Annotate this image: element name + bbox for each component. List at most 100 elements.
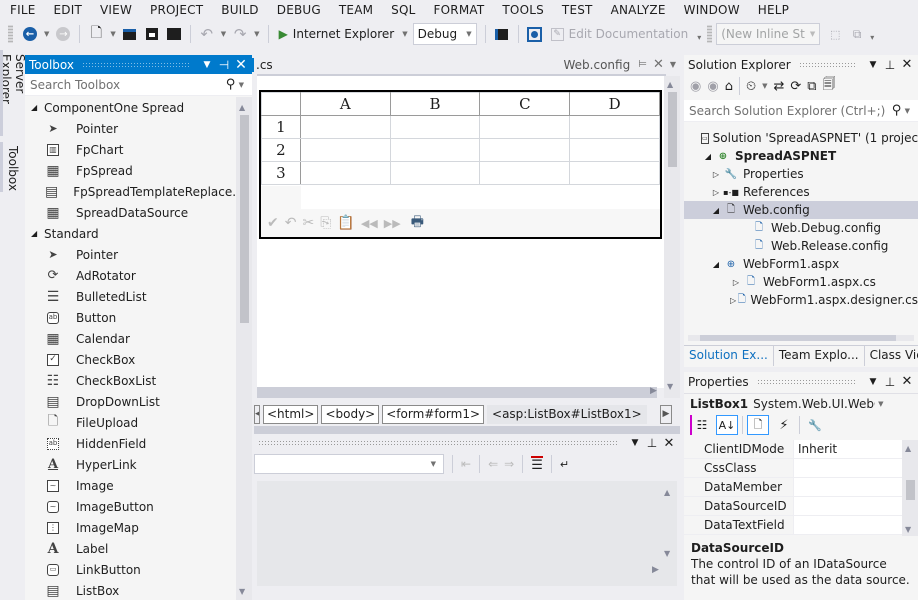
window-position-icon[interactable]: ▼ bbox=[200, 60, 214, 70]
next-page-icon[interactable]: ▶▶ bbox=[384, 217, 401, 230]
toolbox-tab[interactable]: Toolbox bbox=[0, 142, 22, 192]
toolbox-item[interactable]: ➤ Pointer bbox=[25, 118, 236, 139]
toolbox-item[interactable]: ▦ SpreadDataSource bbox=[25, 202, 236, 223]
tree-node-webform1-designer-cs[interactable]: ▷ 🗋 WebForm1.aspx.designer.cs bbox=[684, 291, 918, 309]
properties-view-icon[interactable]: 🗋 bbox=[747, 415, 769, 435]
scroll-right-icon[interactable]: ▶ bbox=[660, 404, 672, 424]
lower-panel-combo[interactable]: ▼ bbox=[254, 454, 444, 474]
property-row[interactable]: CssClass bbox=[684, 459, 902, 478]
property-grid-scrollbar[interactable]: ▲ ▼ bbox=[902, 440, 918, 536]
toolbox-item[interactable]: A HyperLink bbox=[25, 454, 236, 475]
scroll-thumb[interactable] bbox=[668, 92, 677, 167]
scroll-down-icon[interactable]: ▼ bbox=[239, 587, 245, 596]
pin-icon[interactable]: ⊥ bbox=[883, 375, 897, 389]
cell[interactable] bbox=[569, 138, 660, 162]
column-header[interactable]: C bbox=[479, 92, 571, 116]
toolbox-item[interactable]: ▦ Calendar bbox=[25, 328, 236, 349]
toolbar-grip[interactable] bbox=[8, 25, 13, 43]
scroll-right-icon[interactable]: ▶ bbox=[652, 565, 659, 575]
toolbox-item[interactable]: ~ ImageButton bbox=[25, 496, 236, 517]
scroll-thumb[interactable] bbox=[906, 480, 915, 500]
toolbox-item[interactable]: ~ Image bbox=[25, 475, 236, 496]
scroll-up-icon[interactable]: ▲ bbox=[664, 488, 670, 497]
property-value[interactable] bbox=[794, 516, 902, 534]
events-icon[interactable]: ⚡ bbox=[773, 415, 795, 435]
search-icon[interactable]: ⚲ bbox=[892, 103, 902, 118]
corner-cell[interactable] bbox=[261, 92, 301, 116]
keep-tab-open-icon[interactable]: ⊨ bbox=[638, 59, 647, 70]
update-icon[interactable]: ✔ bbox=[267, 215, 279, 231]
search-icon[interactable]: ⚲ bbox=[226, 77, 236, 92]
toolbar-overflow-icon[interactable]: ▾ bbox=[697, 33, 701, 42]
toolbox-item[interactable]: ab HiddenField bbox=[25, 433, 236, 454]
close-icon[interactable]: ✕ bbox=[900, 57, 914, 72]
paste-icon[interactable]: 📋 bbox=[337, 215, 354, 231]
tree-node-project[interactable]: ◢ ⊕ SpreadASPNET bbox=[684, 147, 918, 165]
design-surface[interactable]: A B C D 1 2 3 ✔ ↶ ✂ ⎘ 📋 ◀◀ ▶▶ 🖶 bbox=[257, 74, 666, 388]
scroll-up-icon[interactable]: ▲ bbox=[239, 103, 245, 112]
solution-explorer-search[interactable]: Search Solution Explorer (Ctrl+;) ⚲ ▼ bbox=[684, 100, 918, 122]
tree-node-web-release-config[interactable]: 🗋 Web.Release.config bbox=[684, 237, 918, 255]
toolbox-item[interactable]: ☰ BulletedList bbox=[25, 286, 236, 307]
scroll-thumb[interactable] bbox=[700, 335, 896, 341]
run-target-dropdown-icon[interactable]: ▼ bbox=[402, 30, 407, 38]
property-row[interactable]: DataMember bbox=[684, 478, 902, 497]
row-header[interactable]: 3 bbox=[261, 161, 301, 185]
expand-icon[interactable]: ▷ bbox=[729, 296, 737, 305]
categorized-icon[interactable]: ☷ bbox=[690, 415, 712, 435]
cell[interactable] bbox=[569, 161, 660, 185]
close-icon[interactable]: ✕ bbox=[662, 436, 676, 451]
tab-class-view[interactable]: Class View bbox=[865, 346, 918, 366]
scroll-down-icon[interactable]: ▼ bbox=[905, 525, 911, 534]
toolbox-category-standard[interactable]: ◢ Standard bbox=[25, 223, 236, 244]
tree-node-webform1-aspx[interactable]: ◢ ⊕ WebForm1.aspx bbox=[684, 255, 918, 273]
cell[interactable] bbox=[299, 115, 391, 139]
fpspread-control[interactable]: A B C D 1 2 3 ✔ ↶ ✂ ⎘ 📋 ◀◀ ▶▶ 🖶 bbox=[259, 90, 662, 239]
inline-style-combo[interactable]: (New Inline Style ▼ bbox=[716, 23, 821, 45]
cut-icon[interactable]: ✂ bbox=[302, 215, 314, 231]
scroll-thumb[interactable] bbox=[240, 115, 249, 323]
expand-icon[interactable]: ▷ bbox=[709, 188, 723, 197]
lower-panel-title-bar[interactable]: ▼ ⊥ ✕ bbox=[254, 435, 680, 451]
toolbox-item[interactable]: ⋮ ImageMap bbox=[25, 517, 236, 538]
document-tab-web-config[interactable]: Web.config bbox=[564, 58, 631, 72]
search-options-icon[interactable]: ▼ bbox=[239, 81, 244, 89]
toolbox-category-componentone-spread[interactable]: ◢ ComponentOne Spread bbox=[25, 97, 236, 118]
toolbox-title-bar[interactable]: Toolbox ▼ ⊣ ✕ bbox=[25, 55, 252, 74]
menu-test[interactable]: TEST bbox=[553, 0, 602, 20]
pending-changes-filter-icon[interactable]: ⏲ bbox=[746, 79, 756, 94]
save-button[interactable] bbox=[143, 23, 161, 45]
expand-icon[interactable]: ◢ bbox=[709, 206, 723, 215]
filter-dropdown-icon[interactable]: ▼ bbox=[762, 82, 767, 90]
scroll-down-icon[interactable]: ▼ bbox=[664, 549, 670, 558]
menu-help[interactable]: HELP bbox=[749, 0, 798, 20]
breadcrumb-form[interactable]: <form#form1> bbox=[382, 404, 485, 424]
tree-node-web-debug-config[interactable]: 🗋 Web.Debug.config bbox=[684, 219, 918, 237]
scroll-up-icon[interactable]: ▲ bbox=[905, 444, 911, 453]
property-row[interactable]: ClientIDMode Inherit bbox=[684, 440, 902, 459]
save-all-button[interactable] bbox=[165, 23, 183, 45]
object-selector[interactable]: ListBox1 System.Web.UI.WebControls.l ▼ bbox=[684, 393, 918, 413]
column-header[interactable]: B bbox=[389, 92, 481, 116]
row-header[interactable]: 1 bbox=[261, 115, 301, 139]
toolbox-item[interactable]: 🗋 FileUpload bbox=[25, 412, 236, 433]
toolbox-item[interactable]: ▤ FpSpreadTemplateReplace... bbox=[25, 181, 236, 202]
open-file-button[interactable] bbox=[121, 23, 139, 45]
splitter[interactable] bbox=[254, 426, 680, 434]
menu-window[interactable]: WINDOW bbox=[675, 0, 749, 20]
start-debugging-button[interactable]: ▶ Internet Explorer bbox=[276, 23, 398, 45]
cell[interactable] bbox=[299, 161, 391, 185]
redo-dropdown-icon[interactable]: ▼ bbox=[254, 30, 259, 38]
pin-icon[interactable]: ⊥ bbox=[645, 436, 659, 450]
cell[interactable] bbox=[389, 138, 481, 162]
toolbox-item[interactable]: ▤ DropDownList bbox=[25, 391, 236, 412]
tree-node-properties[interactable]: ▷ 🔧 Properties bbox=[684, 165, 918, 183]
navigate-forward-button[interactable]: → bbox=[54, 23, 72, 45]
browser-link-button[interactable] bbox=[526, 23, 544, 45]
menu-tools[interactable]: TOOLS bbox=[493, 0, 553, 20]
property-value[interactable] bbox=[794, 497, 902, 515]
toolbar-grip[interactable] bbox=[707, 25, 713, 43]
solution-horizontal-scrollbar[interactable] bbox=[688, 335, 914, 341]
cell[interactable] bbox=[479, 161, 571, 185]
edit-documentation-button[interactable]: ✎ Edit Documentation bbox=[548, 23, 692, 45]
